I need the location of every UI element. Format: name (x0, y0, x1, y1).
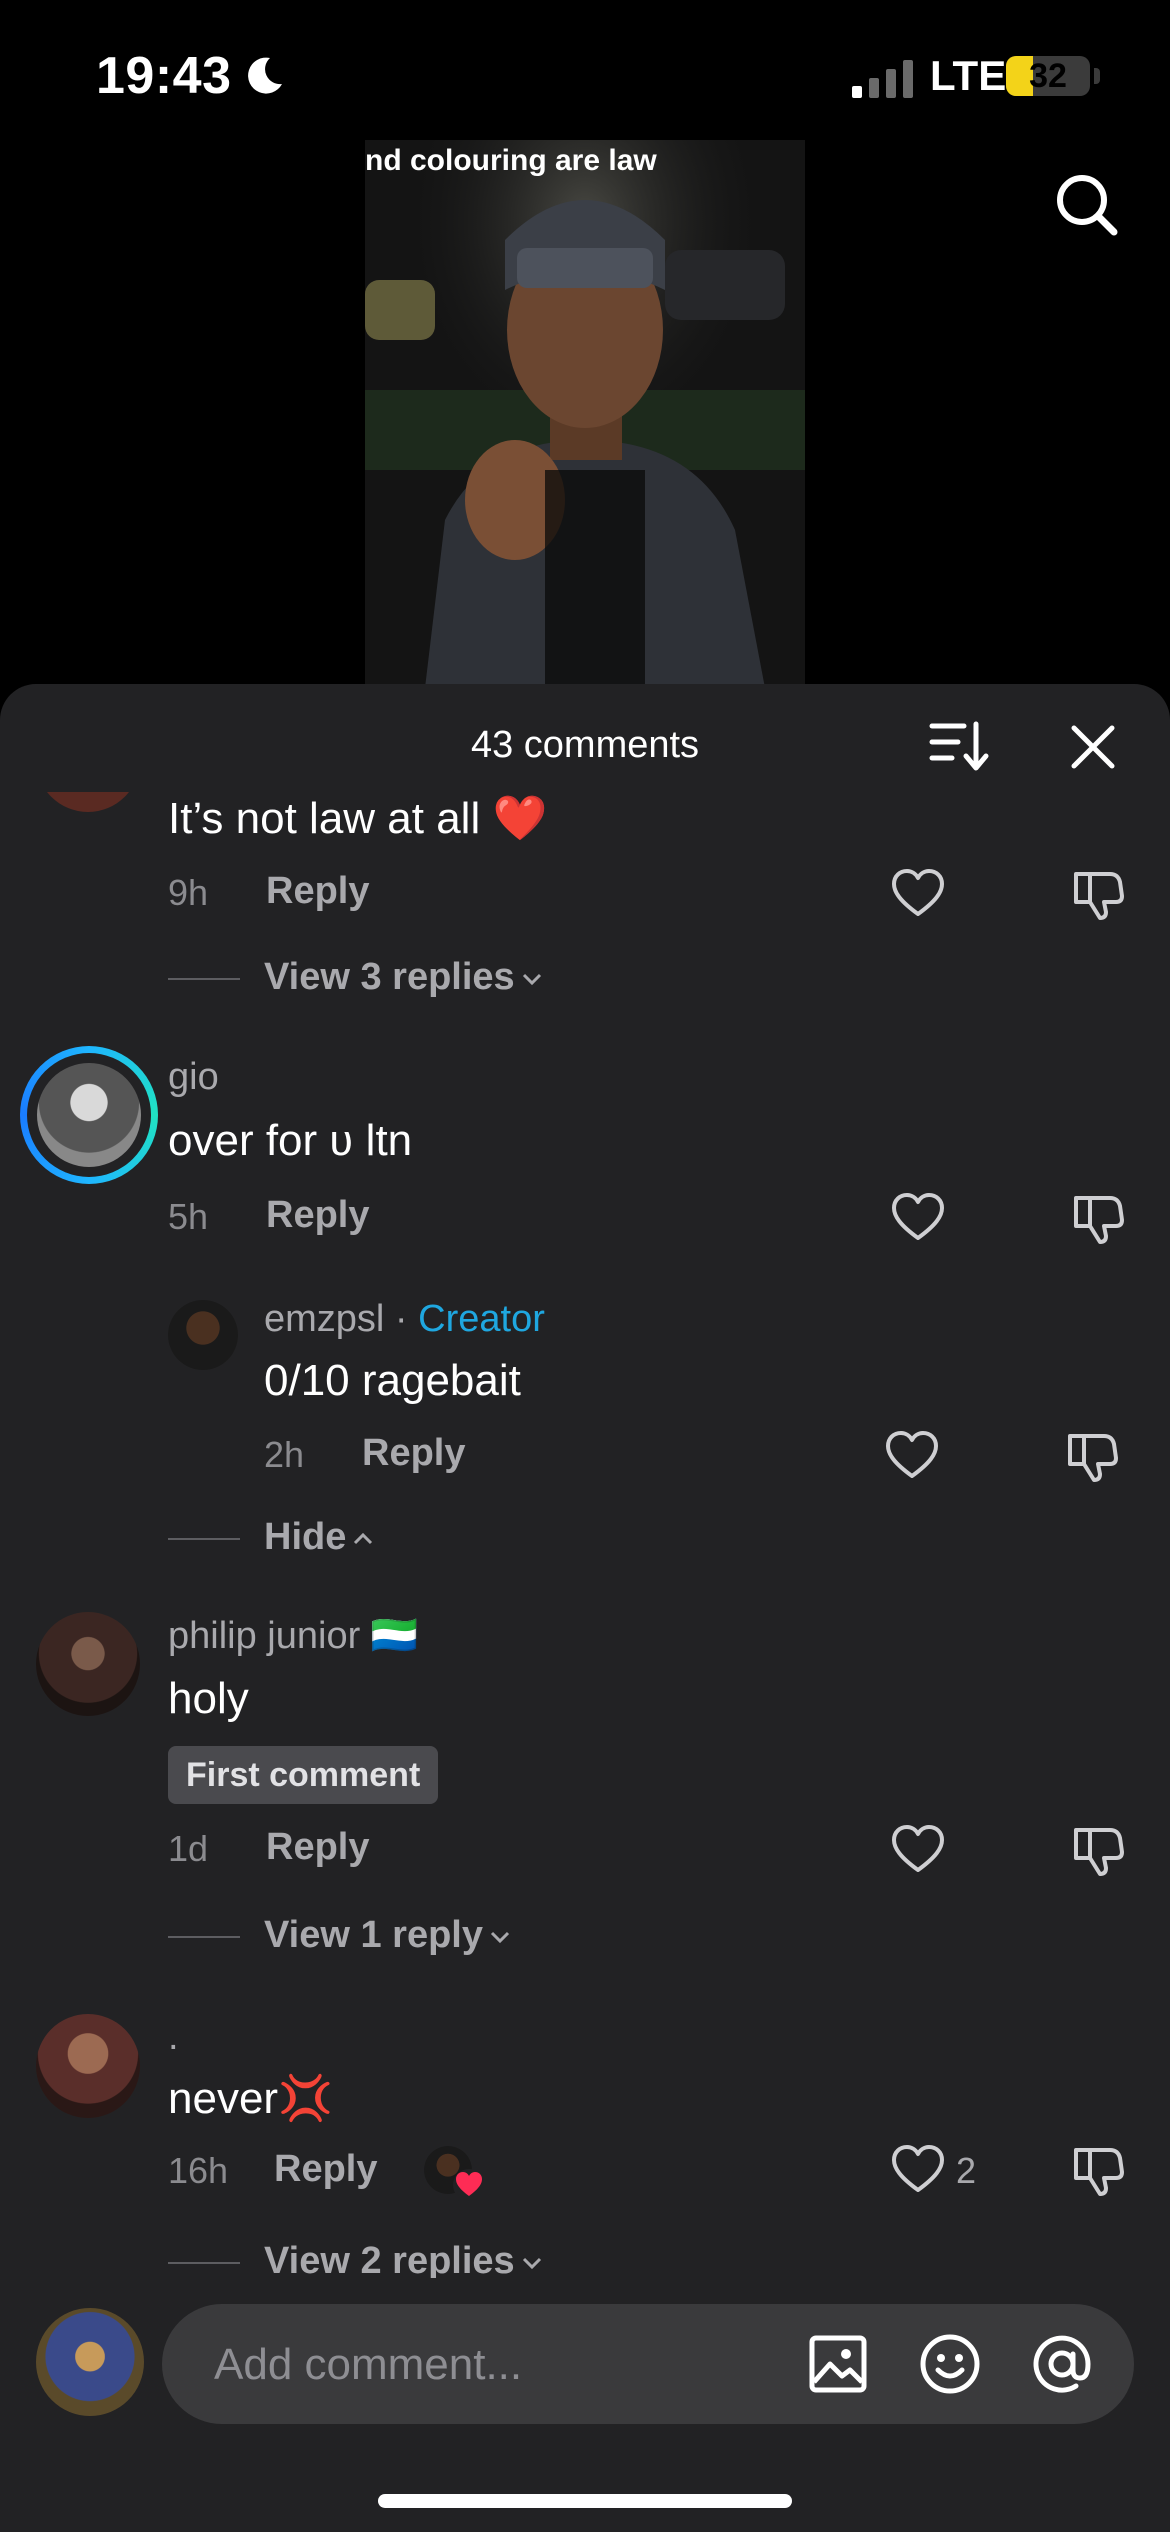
search-icon[interactable] (1050, 168, 1122, 240)
view-replies-label: View 3 replies (264, 956, 515, 998)
comment-username-text: philip junior (168, 1615, 361, 1657)
status-bar: 19:43 LTE 32 (0, 0, 1170, 140)
reply-button[interactable]: Reply (266, 870, 369, 913)
video-preview[interactable] (365, 140, 805, 688)
comment-time: 1d (168, 1828, 209, 1869)
hide-replies-button[interactable]: Hide (264, 1516, 374, 1559)
video-caption: nd colouring are law (365, 144, 657, 177)
comment-text: It’s not law at all ❤️ (168, 792, 547, 844)
chevron-down-icon (522, 973, 541, 986)
comment-text-body: It’s not law at all (168, 794, 481, 843)
like-heart-icon[interactable] (890, 2142, 946, 2198)
reply-username[interactable]: emzpsl · Creator (264, 1298, 545, 1341)
status-time: 19:43 (96, 47, 232, 105)
comment-username[interactable]: gio (168, 1056, 219, 1099)
comment-text-body: never (168, 2074, 279, 2123)
reply-time: 2h (264, 1434, 305, 1475)
thread-line (168, 2262, 240, 2264)
first-comment-badge: First comment (168, 1746, 439, 1804)
mention-icon[interactable] (1030, 2332, 1094, 2396)
reply-avatar[interactable] (168, 1300, 238, 1370)
hide-replies-label: Hide (264, 1516, 347, 1558)
comment-time: 16h (168, 2150, 229, 2191)
like-heart-icon[interactable] (890, 866, 946, 922)
view-replies-label: View 1 reply (264, 1914, 483, 1956)
network-type: LTE (930, 52, 1007, 99)
like-heart-icon[interactable] (890, 1822, 946, 1878)
comment-time: 5h (168, 1196, 209, 1237)
reply-button[interactable]: Reply (266, 1194, 369, 1237)
commenter-avatar[interactable] (36, 792, 140, 812)
dislike-icon[interactable] (1070, 1822, 1126, 1878)
commenter-avatar[interactable] (36, 2014, 140, 2118)
comment-input[interactable]: Add comment... (162, 2304, 1134, 2424)
comment-text: never💢 (168, 2072, 333, 2124)
comment-item: . never💢 16h Reply 2 View 2 replies (0, 1990, 1170, 2278)
dislike-icon[interactable] (1064, 1428, 1120, 1484)
like-count: 2 (956, 2150, 977, 2191)
my-avatar[interactable] (36, 2308, 144, 2416)
view-replies-button[interactable]: View 2 replies (264, 2240, 543, 2278)
chevron-down-icon (522, 2257, 541, 2270)
view-replies-button[interactable]: View 3 replies (264, 956, 543, 999)
creator-liked-heart-icon (453, 2169, 485, 2201)
thread-line (168, 978, 240, 980)
like-heart-icon[interactable] (890, 1190, 946, 1246)
comment-username[interactable]: philip junior 🇸🇱 (168, 1614, 418, 1658)
anger-emoji: 💢 (278, 2074, 333, 2123)
creator-label: Creator (418, 1298, 545, 1340)
emoji-icon[interactable] (918, 2332, 982, 2396)
chevron-up-icon (354, 1532, 373, 1545)
comment-text: over for ʋ ltn (168, 1116, 413, 1165)
username-separator: · (384, 1298, 419, 1340)
commenter-avatar (37, 1063, 141, 1167)
battery-percentage: 32 (1029, 57, 1067, 95)
like-heart-icon[interactable] (884, 1428, 940, 1484)
image-icon[interactable] (806, 2332, 870, 2396)
sort-icon[interactable] (928, 718, 990, 774)
reply-button[interactable]: Reply (266, 1826, 369, 1869)
comment-username[interactable]: . (168, 2016, 179, 2059)
reply-username-text: emzpsl (264, 1298, 385, 1340)
chevron-down-icon (490, 1931, 510, 1944)
view-replies-label: View 2 replies (264, 2240, 515, 2278)
dislike-icon[interactable] (1070, 2142, 1126, 2198)
video-person-image (365, 140, 805, 688)
close-icon[interactable] (1066, 720, 1120, 774)
reply-button[interactable]: Reply (362, 1432, 465, 1475)
battery-nub (1094, 68, 1100, 84)
battery-icon: 32 (1006, 56, 1090, 96)
flag-emoji: 🇸🇱 (370, 1615, 419, 1657)
commenter-avatar[interactable] (36, 1612, 140, 1716)
view-replies-button[interactable]: View 1 reply (264, 1914, 511, 1957)
reply-button[interactable]: Reply (274, 2148, 377, 2191)
home-indicator[interactable] (378, 2494, 792, 2508)
heart-emoji: ❤️ (492, 794, 548, 843)
comments-list[interactable]: It’s not law at all ❤️ 9h Reply View 3 r… (0, 792, 1170, 1972)
moon-icon (248, 57, 282, 94)
comments-count-title: 43 comments (470, 724, 700, 766)
thread-line (168, 1538, 240, 1540)
dislike-icon[interactable] (1070, 866, 1126, 922)
cellular-signal-icon (852, 60, 913, 98)
comment-composer: Add comment... (0, 2278, 1170, 2532)
comment-time: 9h (168, 872, 209, 913)
reply-text: 0/10 ragebait (264, 1356, 521, 1405)
comment-text: holy (168, 1674, 249, 1723)
story-ring[interactable] (20, 1046, 158, 1184)
dislike-icon[interactable] (1070, 1190, 1126, 1246)
thread-line (168, 1936, 240, 1938)
comment-input-placeholder: Add comment... (214, 2340, 523, 2389)
